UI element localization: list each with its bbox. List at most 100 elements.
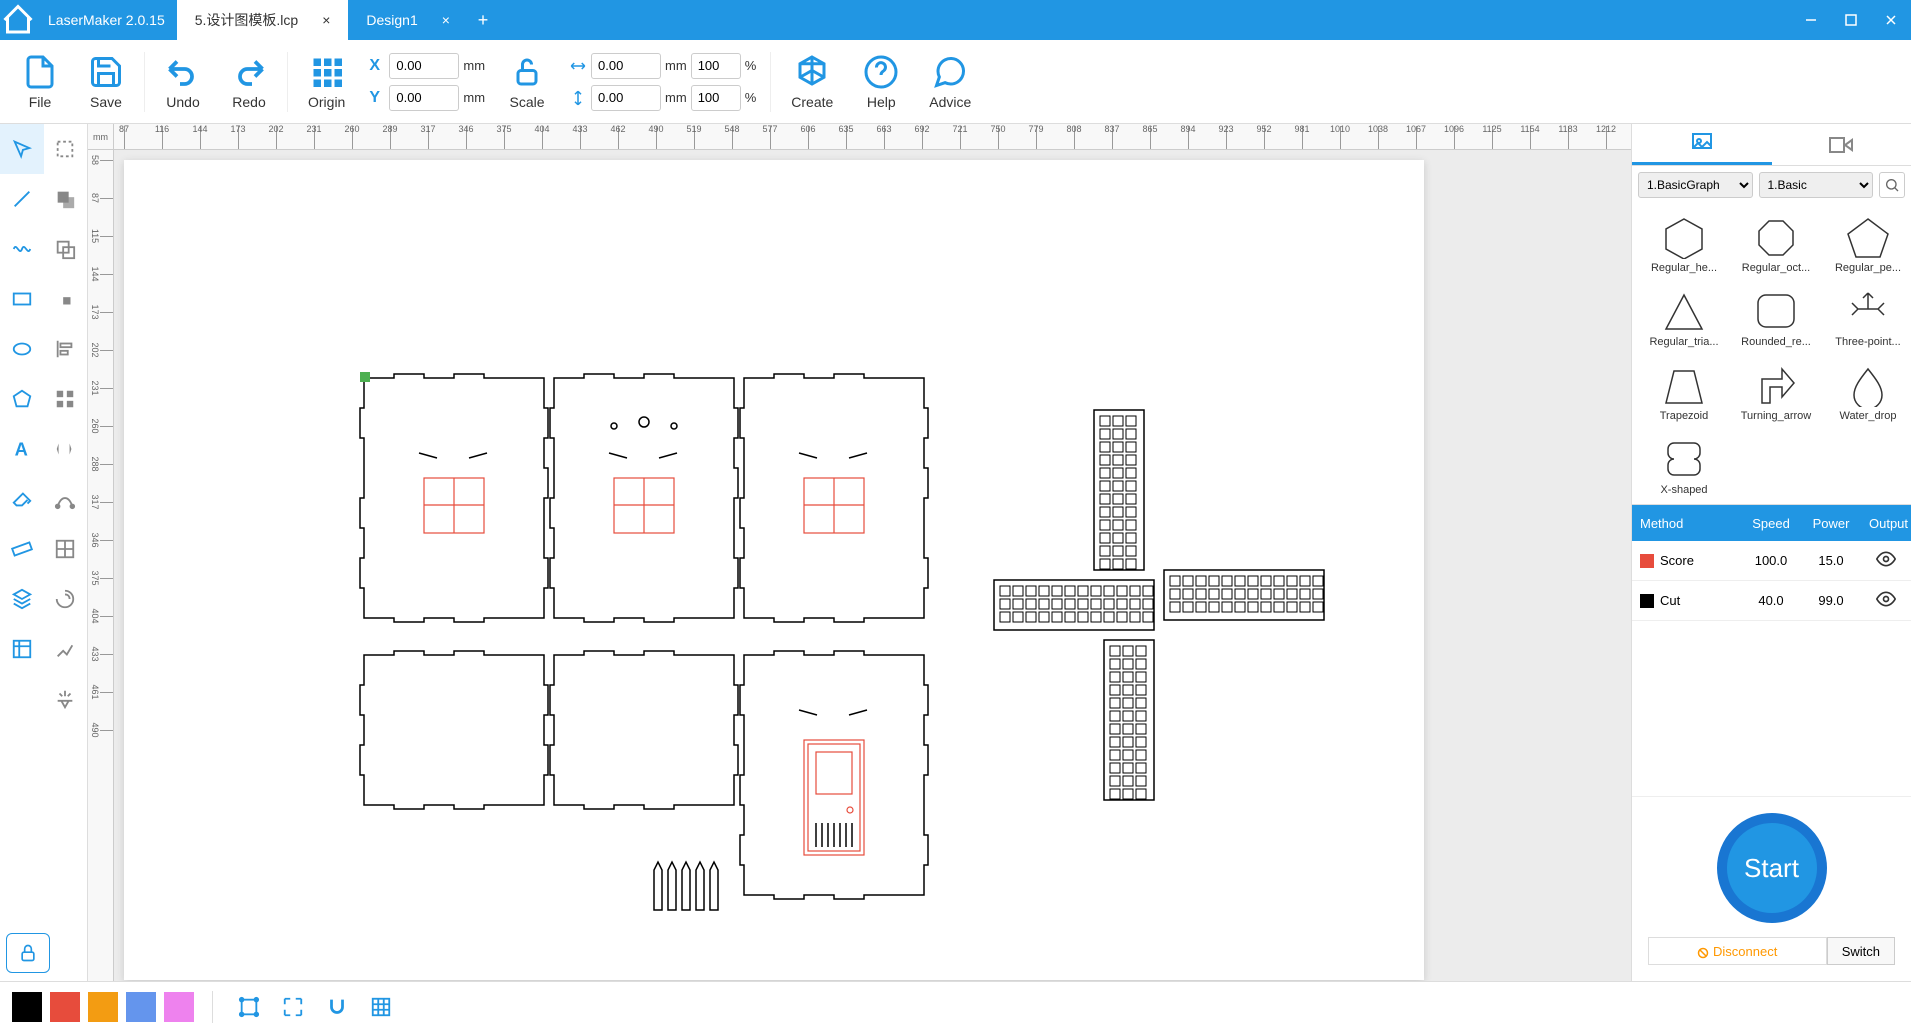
switch-button[interactable]: Switch [1827, 937, 1895, 965]
mirror-tool[interactable] [44, 424, 88, 474]
shape-item[interactable]: Regular_tria... [1640, 282, 1728, 352]
tab-add-button[interactable]: + [468, 0, 498, 40]
create-button[interactable]: Create [777, 48, 847, 116]
rectangle-tool[interactable] [0, 274, 44, 324]
width-input[interactable] [591, 53, 661, 79]
x-input[interactable] [389, 53, 459, 79]
minimize-button[interactable] [1791, 0, 1831, 40]
ruler-corner: mm [88, 124, 114, 150]
color-swatch[interactable] [12, 992, 42, 1022]
undo-button[interactable]: Undo [151, 48, 215, 116]
origin-button[interactable]: Origin [294, 48, 359, 116]
select-tool[interactable] [0, 124, 44, 174]
undo-label: Undo [166, 94, 199, 110]
align-left-tool[interactable] [44, 324, 88, 374]
shape-item[interactable]: X-shaped [1640, 430, 1728, 500]
create-label: Create [791, 94, 833, 110]
offset-tool[interactable] [44, 574, 88, 624]
grid-tool[interactable] [0, 624, 44, 674]
shape-item[interactable]: Regular_oct... [1732, 208, 1820, 278]
shapes-tab[interactable] [1632, 124, 1772, 165]
help-button[interactable]: Help [849, 48, 913, 116]
canvas[interactable] [114, 150, 1631, 981]
color-swatch[interactable] [126, 992, 156, 1022]
text-tool[interactable]: A [0, 424, 44, 474]
canvas-page [124, 160, 1424, 980]
width-pct-input[interactable] [691, 53, 741, 79]
advice-button[interactable]: Advice [915, 48, 985, 116]
subtract-tool[interactable] [44, 224, 88, 274]
layer-row[interactable]: Score100.015.0 [1632, 541, 1911, 581]
pct-label: % [745, 90, 757, 105]
distribute-tool[interactable] [44, 374, 88, 424]
file-button[interactable]: File [8, 48, 72, 116]
trace-tool[interactable] [44, 624, 88, 674]
marquee-tool[interactable] [44, 124, 88, 174]
camera-tab[interactable] [1772, 124, 1911, 165]
scale-button[interactable]: Scale [495, 48, 559, 116]
pct-label: % [745, 58, 757, 73]
x-axis-label: X [369, 57, 385, 75]
shape-item[interactable]: Turning_arrow [1732, 356, 1820, 426]
shape-item[interactable]: Three-point... [1824, 282, 1911, 352]
color-swatch[interactable] [88, 992, 118, 1022]
array-tool[interactable] [44, 524, 88, 574]
redo-button[interactable]: Redo [217, 48, 281, 116]
home-icon[interactable] [0, 2, 36, 38]
eye-icon[interactable] [1876, 549, 1896, 569]
shape-name: Three-point... [1828, 336, 1908, 348]
shape-name: Turning_arrow [1736, 410, 1816, 422]
bounds-button[interactable] [231, 989, 267, 1025]
wh-inputs: mm % mm % [561, 53, 764, 111]
left-toolbar: A [0, 124, 88, 981]
y-input[interactable] [389, 85, 459, 111]
line-tool[interactable] [0, 174, 44, 224]
color-swatch[interactable] [50, 992, 80, 1022]
save-button[interactable]: Save [74, 48, 138, 116]
col-speed: Speed [1741, 516, 1801, 531]
curve-tool[interactable] [0, 224, 44, 274]
height-input[interactable] [591, 85, 661, 111]
lock-button[interactable] [6, 933, 50, 973]
height-pct-input[interactable] [691, 85, 741, 111]
search-button[interactable] [1879, 172, 1905, 198]
shape-item[interactable]: Trapezoid [1640, 356, 1728, 426]
ellipse-tool[interactable] [0, 324, 44, 374]
layer-row[interactable]: Cut40.099.0 [1632, 581, 1911, 621]
maximize-button[interactable] [1831, 0, 1871, 40]
disconnect-status[interactable]: Disconnect [1648, 937, 1827, 965]
category2-select[interactable]: 1.Basic [1759, 172, 1874, 198]
tab-active[interactable]: 5.设计图模板.lcp × [177, 0, 349, 40]
unit-label: mm [665, 58, 687, 73]
intersect-tool[interactable] [44, 274, 88, 324]
grid-toggle-button[interactable] [363, 989, 399, 1025]
node-edit-tool[interactable] [44, 474, 88, 524]
eraser-tool[interactable] [0, 474, 44, 524]
category1-select[interactable]: 1.BasicGraph [1638, 172, 1753, 198]
scale-label: Scale [510, 94, 545, 110]
close-icon[interactable]: × [322, 12, 330, 28]
close-icon[interactable]: × [442, 12, 450, 28]
union-tool[interactable] [44, 174, 88, 224]
measure-tool[interactable] [0, 524, 44, 574]
color-swatch[interactable] [164, 992, 194, 1022]
y-axis-label: Y [369, 89, 385, 107]
fit-button[interactable] [275, 989, 311, 1025]
shape-item[interactable]: Rounded_re... [1732, 282, 1820, 352]
polygon-tool[interactable] [0, 374, 44, 424]
bottom-bar [0, 981, 1911, 1031]
snap-button[interactable] [319, 989, 355, 1025]
layers-tool[interactable] [0, 574, 44, 624]
shape-item[interactable]: Water_drop [1824, 356, 1911, 426]
document-tabs: 5.设计图模板.lcp × Design1 × + [177, 0, 498, 40]
eye-icon[interactable] [1876, 589, 1896, 609]
laser-tool[interactable] [44, 674, 88, 724]
shape-item[interactable]: Regular_he... [1640, 208, 1728, 278]
shape-category-selectors: 1.BasicGraph 1.Basic [1632, 166, 1911, 204]
tab-inactive[interactable]: Design1 × [348, 0, 468, 40]
close-button[interactable] [1871, 0, 1911, 40]
start-button[interactable]: Start [1717, 813, 1827, 923]
origin-marker [360, 372, 370, 382]
layers-header: Method Speed Power Output [1632, 505, 1911, 541]
shape-item[interactable]: Regular_pe... [1824, 208, 1911, 278]
